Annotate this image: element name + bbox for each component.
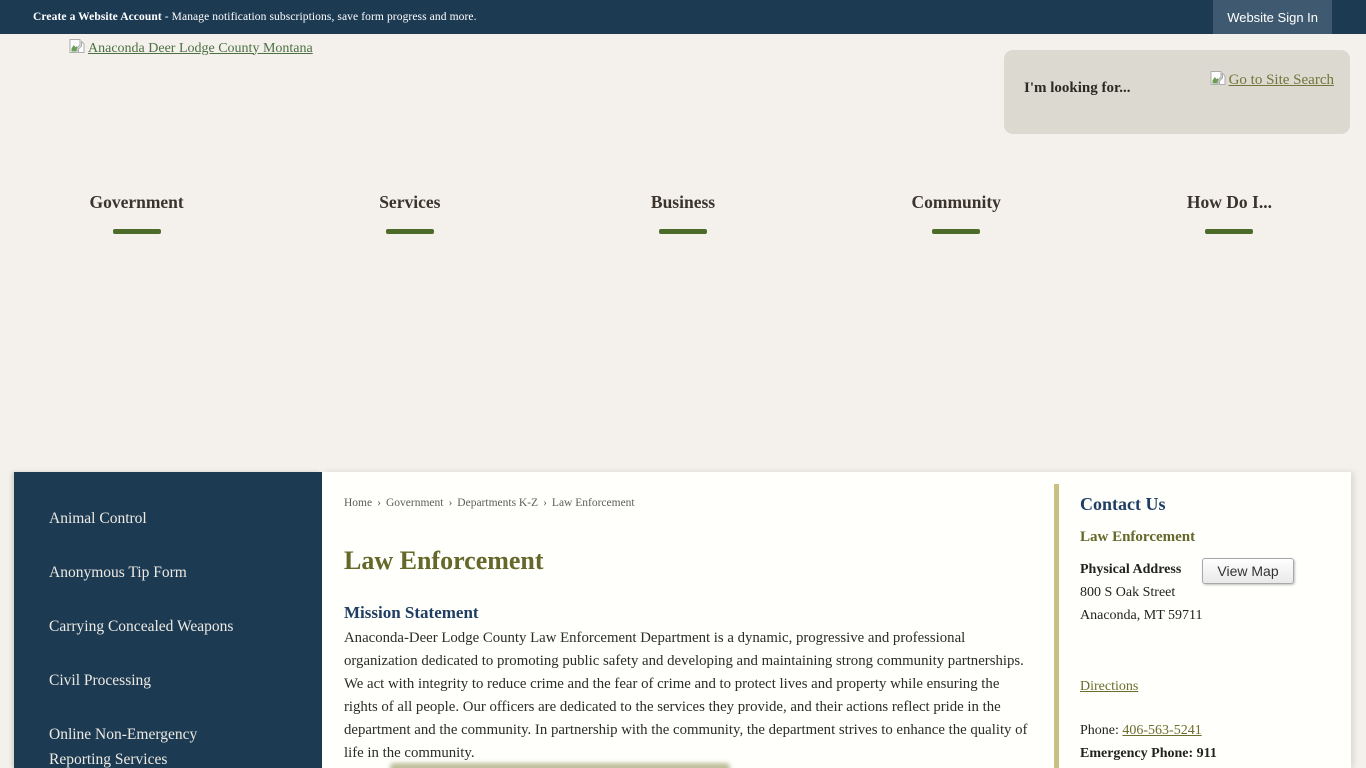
- nav-label: Services: [273, 192, 546, 212]
- list-item: Civil Processing: [49, 668, 244, 693]
- broken-image-icon: [68, 38, 86, 59]
- breadcrumb-departments-k-z[interactable]: Departments K-Z: [457, 497, 538, 509]
- sidebar-item-online-non-emergency-reporting[interactable]: Online Non-Emergency Reporting Services: [49, 726, 197, 768]
- list-item: Online Non-Emergency Reporting Services: [49, 722, 244, 768]
- emergency-phone-text: Emergency Phone: 911: [1080, 746, 1351, 762]
- sidebar-menu: Animal Control Anonymous Tip Form Carryi…: [14, 472, 322, 768]
- clipped-next-section: [390, 763, 730, 768]
- contact-us-heading: Contact Us: [1080, 494, 1351, 515]
- list-item: Carrying Concealed Weapons: [49, 614, 244, 639]
- site-search-label: Go to Site Search: [1229, 72, 1334, 89]
- breadcrumb-separator: ›: [543, 497, 547, 509]
- breadcrumb-separator: ›: [377, 497, 381, 509]
- list-item: Animal Control: [49, 506, 244, 531]
- account-message-text: - Manage notification subscriptions, sav…: [162, 11, 477, 23]
- mission-statement-heading: Mission Statement: [344, 603, 479, 623]
- breadcrumb-current-page: Law Enforcement: [552, 497, 635, 509]
- nav-underline: [386, 229, 434, 234]
- nav-label: Business: [546, 192, 819, 212]
- contact-accent-bar: [1054, 484, 1059, 768]
- content-area: Home › Government › Departments K-Z › Law Enfo…: [322, 472, 1351, 768]
- sidebar-item-anonymous-tip-form[interactable]: Anonymous Tip Form: [49, 564, 187, 581]
- contact-department-name: Law Enforcement: [1080, 529, 1351, 546]
- nav-underline: [932, 229, 980, 234]
- top-bar: Create a Website Account - Manage notifi…: [0, 0, 1366, 34]
- site-search-link[interactable]: Go to Site Search: [1209, 70, 1334, 91]
- breadcrumb-home[interactable]: Home: [344, 497, 372, 509]
- page-title: Law Enforcement: [344, 546, 544, 576]
- contact-panel: Contact Us Law Enforcement Physical Addr…: [1054, 472, 1351, 768]
- left-sidebar: Animal Control Anonymous Tip Form Carryi…: [14, 472, 322, 768]
- site-logo-text: Anaconda Deer Lodge County Montana: [88, 41, 313, 57]
- nav-underline: [113, 229, 161, 234]
- phone-label: Phone:: [1080, 723, 1122, 738]
- address-line-2: Anaconda, MT 59711: [1080, 604, 1351, 627]
- directions-link[interactable]: Directions: [1080, 679, 1138, 695]
- nav-item-business[interactable]: Business: [546, 192, 819, 234]
- nav-underline: [659, 229, 707, 234]
- nav-item-government[interactable]: Government: [0, 192, 273, 234]
- search-input[interactable]: [1024, 80, 1204, 97]
- address-line-1: 800 S Oak Street: [1080, 581, 1351, 604]
- search-box: Go to Site Search: [1004, 50, 1350, 134]
- broken-image-icon: [1209, 70, 1227, 91]
- page: Create a Website Account - Manage notifi…: [0, 0, 1366, 768]
- nav-item-community[interactable]: Community: [820, 192, 1093, 234]
- mission-statement-text: Anaconda-Deer Lodge County Law Enforceme…: [344, 627, 1032, 765]
- breadcrumb-government[interactable]: Government: [386, 497, 443, 509]
- breadcrumb: Home › Government › Departments K-Z › Law Enfo…: [344, 497, 635, 509]
- view-map-button[interactable]: View Map: [1202, 558, 1294, 584]
- nav-item-how-do-i[interactable]: How Do I...: [1093, 192, 1366, 234]
- list-item: Anonymous Tip Form: [49, 560, 244, 585]
- nav-label: How Do I...: [1093, 192, 1366, 212]
- breadcrumb-separator: ›: [448, 497, 452, 509]
- website-sign-in-button[interactable]: Website Sign In: [1213, 0, 1332, 34]
- nav-label: Community: [820, 192, 1093, 212]
- create-account-link[interactable]: Create a Website Account: [33, 11, 162, 23]
- sidebar-item-animal-control[interactable]: Animal Control: [49, 510, 147, 527]
- sidebar-item-civil-processing[interactable]: Civil Processing: [49, 672, 151, 689]
- account-message: Create a Website Account - Manage notifi…: [33, 11, 477, 23]
- nav-item-services[interactable]: Services: [273, 192, 546, 234]
- nav-label: Government: [0, 192, 273, 212]
- contact-body: Contact Us Law Enforcement Physical Addr…: [1080, 472, 1351, 762]
- sidebar-item-carrying-concealed-weapons[interactable]: Carrying Concealed Weapons: [49, 618, 233, 635]
- main-nav: Government Services Business Community H…: [0, 192, 1366, 234]
- phone-row: Phone: 406-563-5241: [1080, 723, 1351, 739]
- site-logo-link[interactable]: Anaconda Deer Lodge County Montana: [68, 38, 313, 59]
- nav-underline: [1205, 229, 1253, 234]
- phone-number-link[interactable]: 406-563-5241: [1122, 723, 1201, 738]
